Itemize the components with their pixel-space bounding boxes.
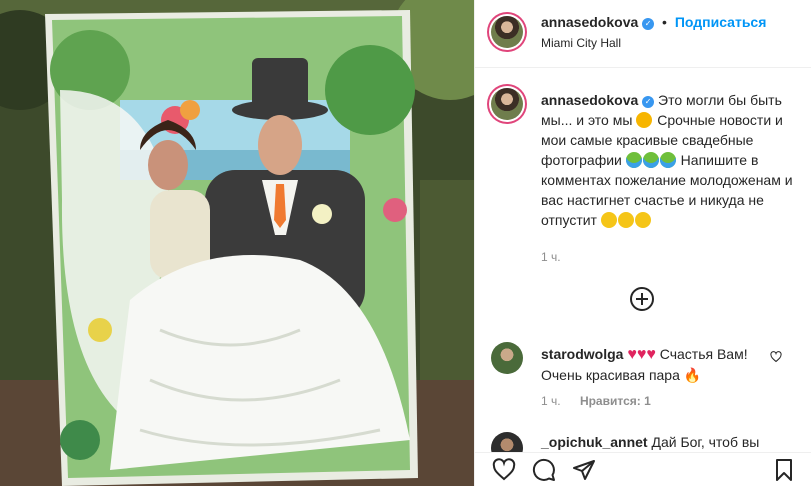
verified-icon: ✓ bbox=[642, 18, 655, 30]
commenter-username[interactable]: starodwolga bbox=[541, 346, 623, 362]
caption-text: annasedokova ✓ Это могли бы быть мы... и… bbox=[541, 90, 801, 230]
action-bar bbox=[475, 452, 811, 486]
load-more-icon[interactable] bbox=[630, 287, 654, 311]
wedding-photo-image bbox=[0, 0, 474, 486]
comment-text: _opichuk_annet Дай Бог, чтоб вы bbox=[541, 432, 766, 452]
comment-icon[interactable] bbox=[531, 457, 557, 483]
crying-emoji-icon bbox=[642, 152, 659, 168]
fire-emoji-icon: 🔥 bbox=[683, 367, 702, 383]
author-avatar[interactable] bbox=[487, 12, 527, 52]
verified-icon: ✓ bbox=[642, 96, 655, 108]
hug-emoji-icon bbox=[617, 212, 634, 228]
red-heart-emoji-icon: ♥♥♥ bbox=[627, 346, 656, 363]
blush-emoji-icon bbox=[636, 112, 653, 128]
comment-likes[interactable]: Нравится: 1 bbox=[580, 394, 651, 408]
commenter-username[interactable]: _opichuk_annet bbox=[541, 434, 648, 450]
header-line: annasedokova ✓ • Подписаться bbox=[541, 14, 766, 30]
comments-panel[interactable]: annasedokova ✓ Это могли бы быть мы... и… bbox=[475, 68, 811, 452]
share-icon[interactable] bbox=[571, 457, 597, 483]
comment-meta: 1 ч. Нравится: 1 bbox=[541, 394, 651, 408]
follow-button[interactable]: Подписаться bbox=[675, 14, 767, 30]
post-header: annasedokova ✓ • Подписаться Miami City … bbox=[475, 0, 811, 68]
crying-emoji-icon bbox=[659, 152, 676, 168]
comment-text: starodwolga ♥♥♥ Счастья Вам! Очень краси… bbox=[541, 344, 766, 385]
caption-time[interactable]: 1 ч. bbox=[541, 250, 561, 264]
comment-body: Дай Бог, чтоб вы bbox=[651, 434, 760, 450]
commenter-avatar[interactable] bbox=[491, 342, 523, 374]
bookmark-icon[interactable] bbox=[771, 457, 797, 483]
post-sidebar: annasedokova ✓ • Подписаться Miami City … bbox=[474, 0, 811, 486]
hug-emoji-icon bbox=[600, 212, 617, 228]
heart-icon[interactable] bbox=[491, 457, 517, 483]
caption-avatar[interactable] bbox=[487, 84, 527, 124]
crying-emoji-icon bbox=[625, 152, 642, 168]
like-icon[interactable] bbox=[770, 351, 782, 366]
caption-username[interactable]: annasedokova bbox=[541, 92, 638, 108]
hug-emoji-icon bbox=[634, 212, 651, 228]
author-username[interactable]: annasedokova bbox=[541, 14, 638, 30]
post-photo[interactable] bbox=[0, 0, 474, 486]
commenter-avatar[interactable] bbox=[491, 432, 523, 452]
comment-time[interactable]: 1 ч. bbox=[541, 394, 561, 408]
header-separator: • bbox=[662, 14, 667, 30]
post-location[interactable]: Miami City Hall bbox=[541, 36, 621, 50]
